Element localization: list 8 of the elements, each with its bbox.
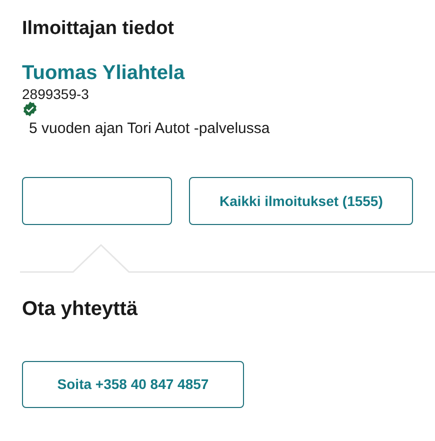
- seller-name[interactable]: Tuomas Yliahtela: [22, 61, 185, 85]
- call-button[interactable]: Soita +358 40 847 4857: [22, 361, 244, 408]
- empty-button[interactable]: [22, 177, 172, 225]
- membership-text: 5 vuoden ajan Tori Autot -palvelussa: [29, 119, 270, 139]
- section-title: Ilmoittajan tiedot: [22, 17, 175, 41]
- contact-title: Ota yhteyttä: [22, 297, 138, 322]
- all-listings-button[interactable]: Kaikki ilmoitukset (1555): [189, 177, 413, 225]
- business-id: 2899359-3: [22, 85, 89, 103]
